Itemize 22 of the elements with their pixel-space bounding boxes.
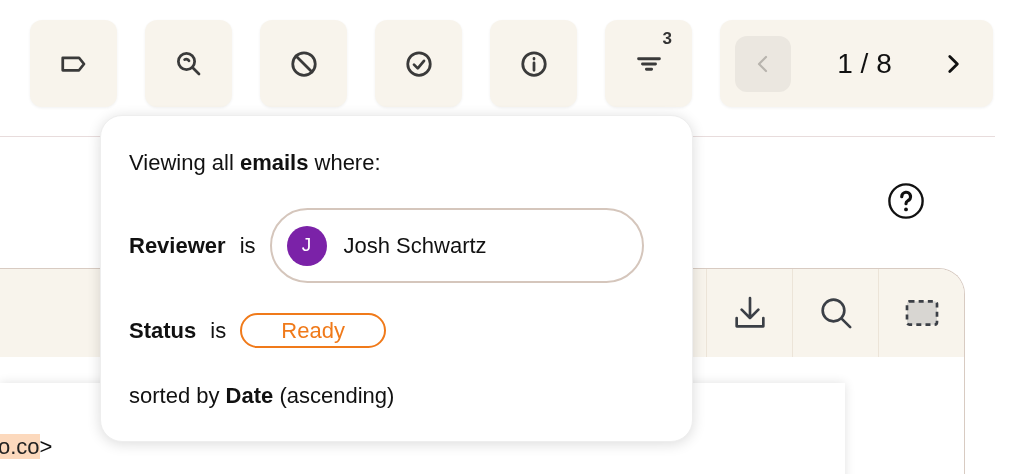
help-icon[interactable] xyxy=(887,182,925,220)
popover-intro: Viewing all emails where: xyxy=(129,149,382,177)
condition-operator: is xyxy=(210,317,227,345)
toolbar-button[interactable] xyxy=(490,20,577,107)
toolbar-button[interactable] xyxy=(145,20,232,107)
block-icon xyxy=(288,48,319,79)
toolbar-button[interactable] xyxy=(260,20,347,107)
filter-count: 3 xyxy=(662,28,672,50)
reviewer-chip[interactable]: J Josh Schwartz xyxy=(269,208,644,283)
page-indicator: 1 / 8 xyxy=(836,46,893,81)
reviewer-name: Josh Schwartz xyxy=(343,232,487,260)
status-badge: Ready xyxy=(240,313,387,348)
toolbar-button[interactable] xyxy=(375,20,462,107)
condition-operator: is xyxy=(239,232,256,260)
filter-button[interactable]: 3 xyxy=(605,20,692,107)
info-icon xyxy=(518,48,549,79)
condition-field: Status xyxy=(129,314,197,347)
check-circle-icon xyxy=(403,48,434,79)
sort-description: sorted by Date (ascending) xyxy=(129,382,396,410)
filter-icon xyxy=(636,56,661,71)
user-avatar: J xyxy=(286,225,327,266)
condition-field: Reviewer xyxy=(129,229,226,262)
